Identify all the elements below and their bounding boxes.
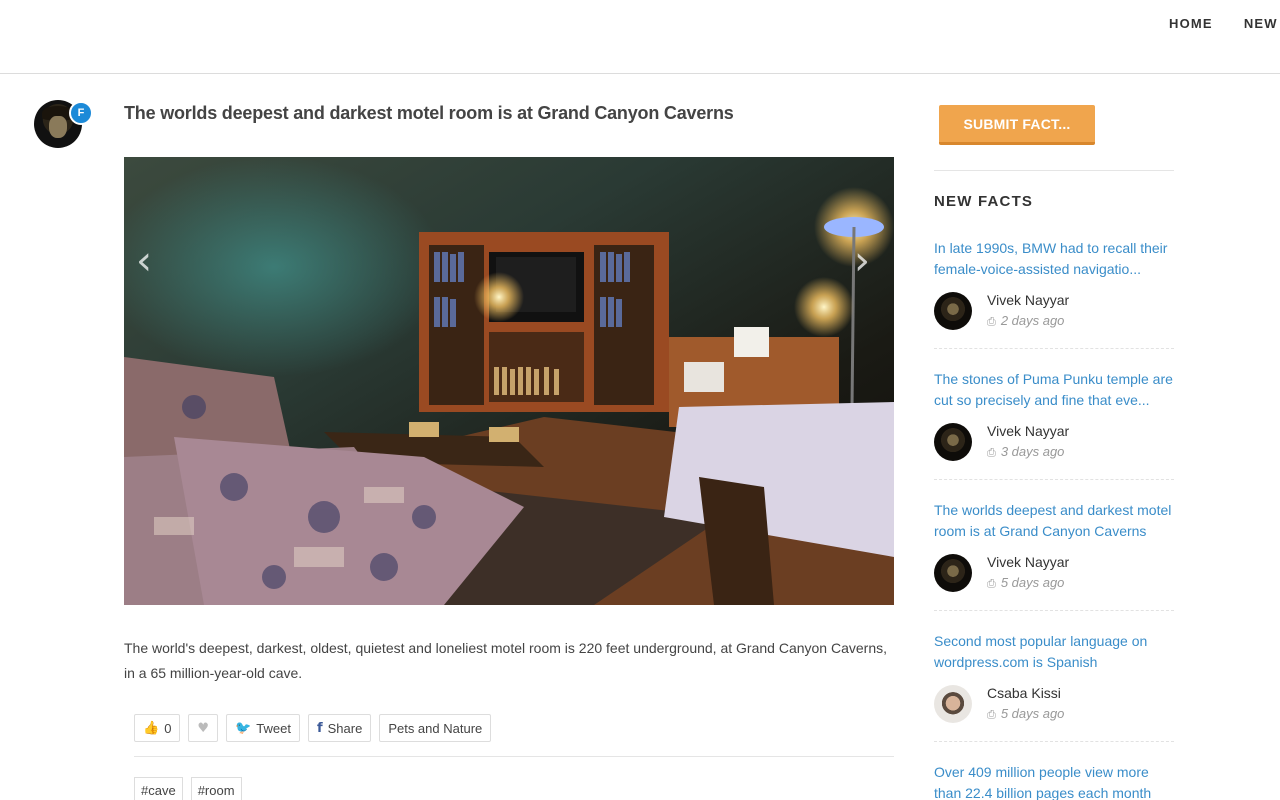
tag-cave[interactable]: #cave	[134, 777, 183, 800]
facebook-share-button[interactable]: f Share	[307, 714, 372, 742]
twitter-icon: 🐦	[235, 720, 252, 736]
tag-list: #cave #room	[134, 777, 242, 800]
category-button[interactable]: Pets and Nature	[379, 714, 492, 742]
fact-divider	[934, 741, 1174, 742]
sidebar-divider	[934, 170, 1174, 171]
fact-item: The stones of Puma Punku temple are cut …	[934, 369, 1174, 463]
avatar[interactable]	[934, 423, 972, 461]
fact-title-link[interactable]: The worlds deepest and darkest motel roo…	[934, 500, 1174, 542]
post-actions: 👍 0 ♥ 🐦 Tweet f Share Pets and Nature	[134, 714, 492, 742]
fact-meta: Vivek Nayyar ⎙ 3 days ago	[934, 423, 1174, 463]
fact-title-link[interactable]: Second most popular language on wordpres…	[934, 631, 1174, 673]
fact-title-link[interactable]: Over 409 million people view more than 2…	[934, 762, 1174, 800]
slider-prev-arrow-icon[interactable]: ‹	[136, 241, 152, 281]
thumbs-up-icon: 👍	[143, 720, 160, 736]
clock-icon: ⎙	[987, 708, 996, 721]
fact-time-text: 5 days ago	[1000, 575, 1065, 590]
fact-meta: Csaba Kissi ⎙ 5 days ago	[934, 685, 1174, 725]
facebook-badge-icon: F	[69, 101, 93, 125]
tweet-label: Tweet	[256, 720, 291, 736]
fact-author[interactable]: Vivek Nayyar	[987, 554, 1069, 570]
fact-divider	[934, 479, 1174, 480]
clock-icon: ⎙	[987, 446, 996, 459]
nav-home-link[interactable]: HOME	[1169, 16, 1213, 31]
clock-icon: ⎙	[987, 577, 996, 590]
fact-author[interactable]: Vivek Nayyar	[987, 292, 1069, 308]
fact-time-text: 5 days ago	[1000, 706, 1065, 721]
avatar[interactable]	[934, 685, 972, 723]
actions-divider	[134, 756, 894, 757]
heart-icon: ♥	[197, 720, 210, 736]
fact-author[interactable]: Vivek Nayyar	[987, 423, 1069, 439]
new-facts-heading: NEW FACTS	[934, 193, 1034, 210]
main-nav: HOME NEW	[1169, 16, 1280, 31]
motel-room-photo	[124, 157, 894, 605]
fact-title-link[interactable]: In late 1990s, BMW had to recall their f…	[934, 238, 1174, 280]
fact-time: ⎙ 2 days ago	[987, 313, 1064, 329]
avatar[interactable]	[934, 292, 972, 330]
clock-icon: ⎙	[987, 315, 996, 328]
fact-item: Second most popular language on wordpres…	[934, 631, 1174, 725]
fact-time-text: 2 days ago	[1000, 313, 1065, 328]
facebook-icon: f	[316, 720, 323, 736]
fact-item: Over 409 million people view more than 2…	[934, 762, 1174, 800]
submit-fact-button[interactable]: SUBMIT FACT...	[939, 105, 1095, 145]
fact-title-link[interactable]: The stones of Puma Punku temple are cut …	[934, 369, 1174, 411]
favorite-button[interactable]: ♥	[188, 714, 219, 742]
tag-room[interactable]: #room	[190, 777, 242, 800]
fact-divider	[934, 610, 1174, 611]
category-label: Pets and Nature	[388, 720, 483, 736]
avatar[interactable]	[934, 554, 972, 592]
share-label: Share	[327, 720, 363, 736]
fact-meta: Vivek Nayyar ⎙ 5 days ago	[934, 554, 1174, 594]
post-title: The worlds deepest and darkest motel roo…	[124, 103, 734, 123]
like-button[interactable]: 👍 0	[134, 714, 181, 742]
tweet-button[interactable]: 🐦 Tweet	[226, 714, 300, 742]
image-slider[interactable]: ‹ ›	[124, 157, 894, 605]
fact-author[interactable]: Csaba Kissi	[987, 685, 1061, 701]
fact-item: In late 1990s, BMW had to recall their f…	[934, 238, 1174, 332]
fact-meta: Vivek Nayyar ⎙ 2 days ago	[934, 292, 1174, 332]
fact-time: ⎙ 3 days ago	[987, 444, 1064, 460]
top-navbar: HOME NEW	[0, 0, 1280, 74]
fact-time-text: 3 days ago	[1000, 444, 1065, 459]
nav-new-link[interactable]: NEW	[1244, 16, 1278, 31]
slider-next-arrow-icon[interactable]: ›	[854, 241, 870, 281]
post-body: The world's deepest, darkest, oldest, qu…	[124, 640, 887, 681]
fact-divider	[934, 348, 1174, 349]
avatar-face-shape	[49, 116, 67, 138]
fact-time: ⎙ 5 days ago	[987, 575, 1064, 591]
like-count: 0	[164, 720, 172, 736]
fact-time: ⎙ 5 days ago	[987, 706, 1064, 722]
fact-item: The worlds deepest and darkest motel roo…	[934, 500, 1174, 594]
